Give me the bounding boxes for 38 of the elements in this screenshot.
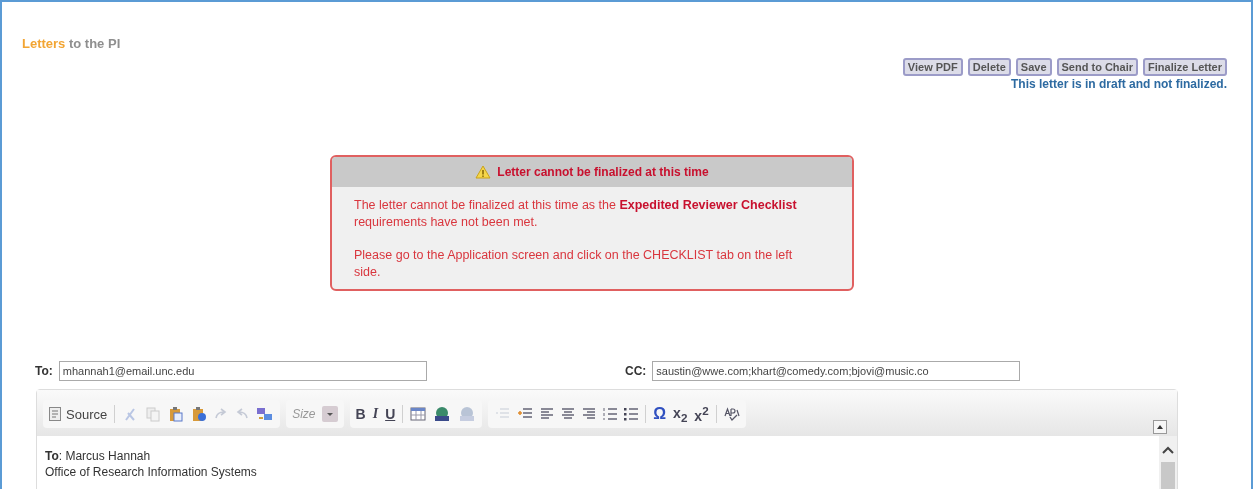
format-button[interactable]: I bbox=[372, 406, 379, 422]
action-button[interactable]: Delete bbox=[967, 58, 1011, 76]
paste-icon[interactable] bbox=[168, 406, 185, 422]
source-button[interactable]: Source bbox=[49, 406, 108, 422]
warning-icon bbox=[475, 165, 492, 179]
alert-message: The letter cannot be finalized at this time as the Expedited Reviewer Checklist requirements have not been met. bbox=[354, 197, 798, 231]
align-right-icon[interactable] bbox=[582, 407, 597, 421]
action-button[interactable]: Finalize Letter bbox=[1143, 58, 1227, 76]
format-button[interactable]: B bbox=[355, 406, 366, 422]
scrollbar[interactable] bbox=[1159, 436, 1177, 489]
symbol-button[interactable]: x$^{2}$ bbox=[694, 404, 709, 424]
document-icon bbox=[49, 407, 61, 421]
letter-text: Office of Research Information Systems bbox=[45, 464, 258, 480]
image-icon[interactable] bbox=[433, 406, 452, 422]
align-center-icon[interactable] bbox=[561, 407, 576, 421]
symbol-button[interactable]: Ω bbox=[653, 405, 667, 423]
spellcheck-icon[interactable] bbox=[723, 407, 740, 421]
symbol-button[interactable]: x$_{2}$ bbox=[673, 404, 688, 424]
format-button[interactable]: U bbox=[385, 406, 396, 422]
status-message: This letter is in draft and not finalized. bbox=[1010, 77, 1227, 91]
scroll-up-icon[interactable] bbox=[1162, 446, 1174, 454]
action-button[interactable]: Send to Chair bbox=[1056, 58, 1139, 76]
cc-field[interactable]: saustin@wwe.com;khart@comedy.com;bjovi@music.co bbox=[652, 361, 1021, 381]
letter-text: To: Marcus Hannah bbox=[45, 448, 152, 464]
action-button[interactable]: Save bbox=[1015, 58, 1052, 76]
maximize-icon[interactable] bbox=[1153, 420, 1167, 434]
indent-icon[interactable] bbox=[517, 407, 534, 421]
to-field[interactable]: mhannah1@email.unc.edu bbox=[58, 361, 427, 381]
page-title: Letters to the PI bbox=[22, 36, 121, 53]
action-button[interactable]: View PDF bbox=[902, 58, 963, 76]
to-label: To: bbox=[35, 364, 53, 378]
numbered-list-icon[interactable] bbox=[603, 407, 618, 421]
bullet-list-icon[interactable] bbox=[624, 407, 639, 421]
table-icon[interactable] bbox=[410, 406, 427, 422]
align-left-icon[interactable] bbox=[540, 407, 555, 421]
cc-label: CC: bbox=[625, 364, 647, 378]
alert-message: Please go to the Application screen and click on the CHECKLIST tab on the left side. bbox=[354, 247, 794, 281]
alert-title: Letter cannot be finalized at this time bbox=[497, 165, 709, 179]
